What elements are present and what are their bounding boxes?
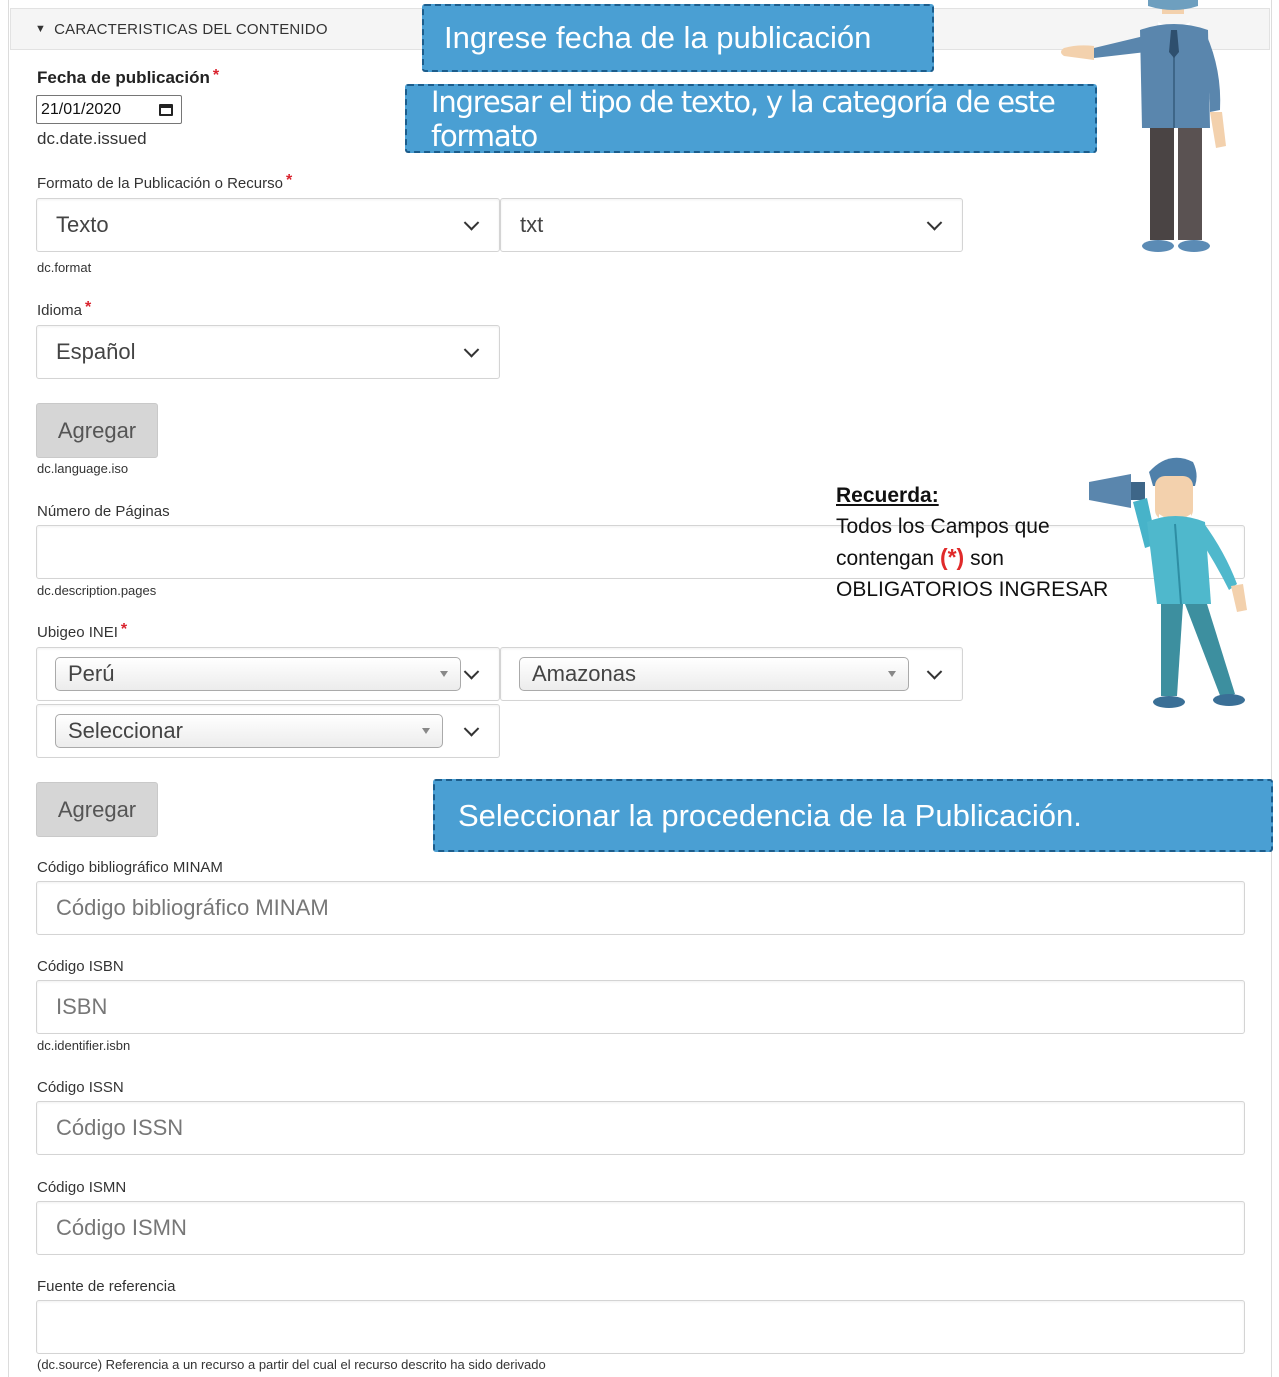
ubigeo-add-button[interactable]: Agregar bbox=[36, 782, 158, 837]
recuerda-line1: Todos los Campos que bbox=[836, 515, 1050, 538]
paginas-label: Número de Páginas bbox=[37, 503, 170, 520]
ismn-input[interactable]: Código ISMN bbox=[36, 1201, 1245, 1255]
fuente-input[interactable] bbox=[36, 1300, 1245, 1354]
codigo-minam-placeholder: Código bibliográfico MINAM bbox=[56, 895, 329, 920]
paginas-hint: dc.description.pages bbox=[37, 583, 157, 598]
dropdown-arrow-icon bbox=[440, 671, 448, 677]
codigo-minam-label: Código bibliográfico MINAM bbox=[37, 859, 223, 876]
idioma-label: Idioma * bbox=[37, 299, 92, 319]
idioma-value: Español bbox=[56, 339, 136, 364]
required-marker: * bbox=[120, 621, 128, 638]
idioma-select[interactable]: Español bbox=[36, 325, 500, 379]
fecha-value: 21/01/2020 bbox=[41, 100, 122, 118]
chevron-down-icon[interactable] bbox=[463, 664, 480, 680]
formato-label: Formato de la Publicación o Recurso * bbox=[37, 172, 293, 192]
issn-input[interactable]: Código ISSN bbox=[36, 1101, 1245, 1155]
recuerda-title: Recuerda: bbox=[836, 484, 939, 507]
ubigeo-provincia-value: Seleccionar bbox=[68, 718, 183, 743]
dropdown-arrow-icon bbox=[422, 728, 430, 734]
ubigeo-provincia-field: Seleccionar bbox=[36, 704, 500, 758]
idioma-hint: dc.language.iso bbox=[37, 461, 129, 476]
isbn-input[interactable]: ISBN bbox=[36, 980, 1245, 1034]
isbn-hint: dc.identifier.isbn bbox=[37, 1038, 131, 1053]
idioma-add-button[interactable]: Agregar bbox=[36, 403, 158, 458]
issn-label: Código ISSN bbox=[37, 1079, 124, 1096]
chevron-down-icon bbox=[926, 215, 943, 231]
required-marker: * bbox=[85, 299, 92, 316]
chevron-down-icon[interactable] bbox=[926, 664, 943, 680]
ubigeo-departamento-field: Amazonas bbox=[500, 647, 963, 701]
formato-type-value: Texto bbox=[56, 212, 109, 237]
callout-formato: Ingresar el tipo de texto, y la categorí… bbox=[405, 84, 1097, 153]
formato-category-value: txt bbox=[520, 212, 544, 237]
chevron-down-icon bbox=[463, 342, 480, 358]
ubigeo-pais-select[interactable]: Perú bbox=[55, 657, 461, 691]
chevron-down-icon bbox=[463, 215, 480, 231]
ubigeo-pais-value: Perú bbox=[68, 661, 115, 686]
formato-hint: dc.format bbox=[37, 260, 92, 275]
issn-placeholder: Código ISSN bbox=[56, 1115, 184, 1140]
ubigeo-departamento-select[interactable]: Amazonas bbox=[519, 657, 909, 691]
formato-category-select[interactable]: txt bbox=[500, 198, 963, 252]
ubigeo-departamento-value: Amazonas bbox=[532, 661, 636, 686]
formato-type-select[interactable]: Texto bbox=[36, 198, 500, 252]
codigo-minam-input[interactable]: Código bibliográfico MINAM bbox=[36, 881, 1245, 935]
fuente-label: Fuente de referencia bbox=[37, 1278, 176, 1295]
chevron-down-icon[interactable] bbox=[463, 721, 480, 737]
fecha-label: Fecha de publicación * bbox=[37, 67, 220, 87]
isbn-placeholder: ISBN bbox=[56, 994, 108, 1019]
fecha-hint: dc.date.issued bbox=[37, 129, 147, 148]
required-asterisk-sample: (*) bbox=[939, 544, 965, 570]
recuerda-line2: contengan (*) son bbox=[836, 544, 1004, 570]
collapse-triangle-icon[interactable]: ▼ bbox=[35, 23, 46, 35]
recuerda-line3: OBLIGATORIOS INGRESAR bbox=[836, 578, 1109, 601]
dropdown-arrow-icon bbox=[888, 671, 896, 677]
calendar-icon[interactable] bbox=[159, 103, 173, 116]
ubigeo-provincia-select[interactable]: Seleccionar bbox=[55, 714, 443, 748]
ubigeo-pais-field: Perú bbox=[36, 647, 500, 701]
ismn-placeholder: Código ISMN bbox=[56, 1215, 187, 1240]
isbn-label: Código ISBN bbox=[37, 958, 124, 975]
required-marker: * bbox=[285, 172, 293, 189]
ismn-label: Código ISMN bbox=[37, 1179, 127, 1196]
section-title: CARACTERISTICAS DEL CONTENIDO bbox=[54, 20, 328, 38]
callout-procedencia: Seleccionar la procedencia de la Publica… bbox=[433, 779, 1273, 852]
fuente-hint: (dc.source) Referencia a un recurso a pa… bbox=[37, 1357, 546, 1372]
presenter-illustration bbox=[1061, 0, 1226, 252]
ubigeo-label: Ubigeo INEI * bbox=[37, 621, 128, 641]
callout-fecha: Ingrese fecha de la publicación bbox=[422, 4, 934, 72]
megaphone-illustration bbox=[1089, 457, 1247, 708]
required-marker: * bbox=[212, 67, 220, 84]
recuerda-note: Recuerda: Todos los Campos que contengan… bbox=[836, 480, 1108, 605]
fecha-date-input[interactable]: 21/01/2020 bbox=[36, 95, 182, 124]
